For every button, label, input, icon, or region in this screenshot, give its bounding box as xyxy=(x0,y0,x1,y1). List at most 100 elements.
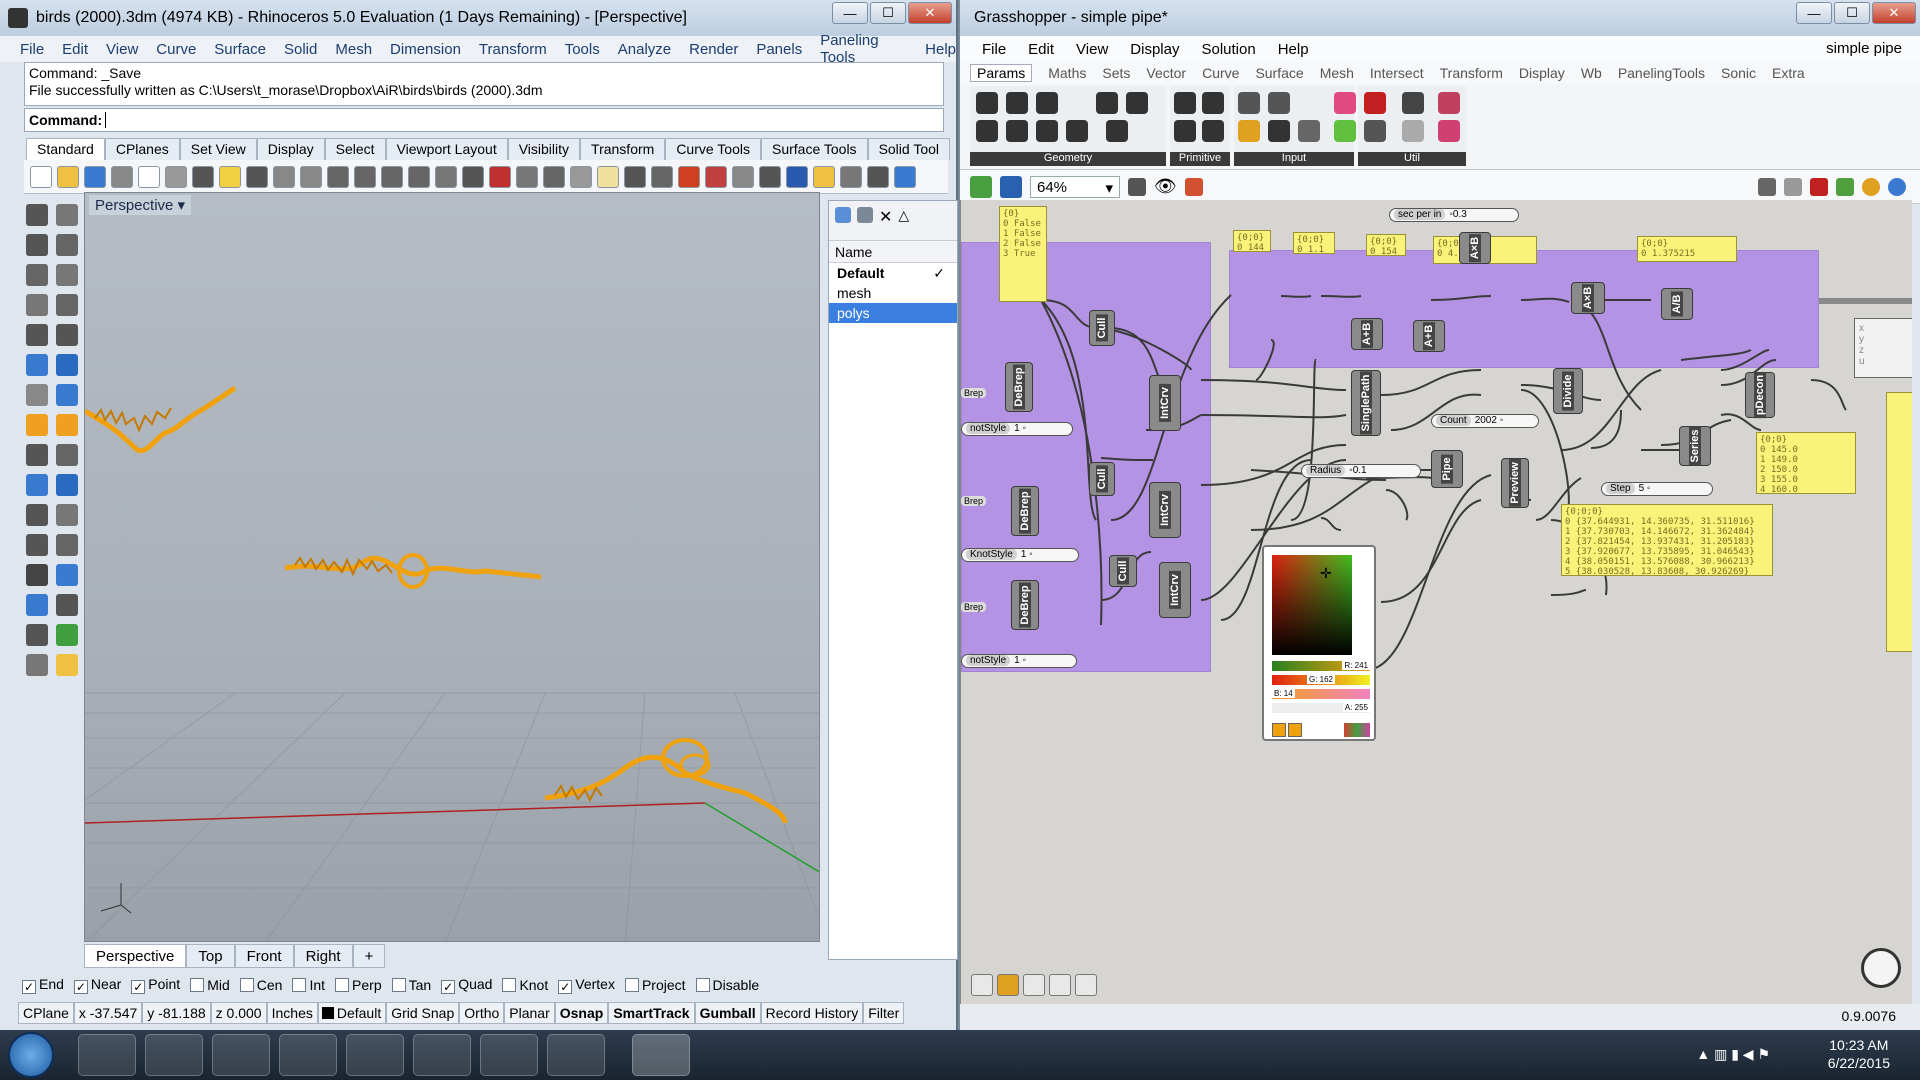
status-ortho[interactable]: Ortho xyxy=(459,1002,505,1024)
color-field[interactable] xyxy=(1272,555,1352,655)
osnap-checkbox[interactable]: ✓ xyxy=(441,980,456,994)
gh-tab-panelingtools[interactable]: PanelingTools xyxy=(1618,65,1705,81)
point-icon[interactable] xyxy=(1049,974,1071,996)
toolbar-icon[interactable] xyxy=(246,165,268,188)
status-osnap[interactable]: Osnap xyxy=(554,1002,609,1024)
cull-component[interactable]: Cull xyxy=(1109,555,1137,587)
material-icon[interactable] xyxy=(1862,177,1880,196)
toolbar-icon[interactable] xyxy=(435,165,457,188)
boolean-panel[interactable]: {0} 0 False 1 False 2 False 3 True xyxy=(999,206,1047,302)
toolbar-icon[interactable] xyxy=(543,165,565,188)
osnap-checkbox[interactable] xyxy=(695,978,710,992)
osnap-vertex[interactable]: ✓ Vertex xyxy=(558,976,615,994)
gh-tab-mesh[interactable]: Mesh xyxy=(1320,65,1354,81)
skype-taskbar-button[interactable] xyxy=(547,1034,605,1076)
gh-canvas[interactable]: {0} 0 False 1 False 2 False 3 True {0;0} 0 1… xyxy=(960,200,1912,1004)
color-picker[interactable]: ✛ R: 241 G: 162 B: 14 A: 255 xyxy=(1262,545,1376,741)
gh-tab-vector[interactable]: Vector xyxy=(1146,65,1186,81)
status-planar[interactable]: Planar xyxy=(504,1002,555,1024)
app-taskbar-button[interactable] xyxy=(212,1034,270,1076)
tool-icon[interactable] xyxy=(26,384,48,406)
tool-icon[interactable] xyxy=(56,324,78,346)
toolbar-icon[interactable] xyxy=(165,165,187,188)
toolbar-icon[interactable] xyxy=(273,165,295,188)
gh-tab-extra[interactable]: Extra xyxy=(1772,65,1805,81)
osnap-cen[interactable]: Cen xyxy=(239,977,282,993)
cull-component[interactable]: Cull xyxy=(1089,310,1115,346)
open-file-icon[interactable] xyxy=(970,175,992,198)
minimize-button[interactable]: — xyxy=(832,2,868,24)
close-button[interactable]: ✕ xyxy=(908,2,952,24)
menu-item-dimension[interactable]: Dimension xyxy=(390,41,461,58)
division-component[interactable]: A/B xyxy=(1661,288,1693,320)
tool-icon[interactable] xyxy=(56,354,78,376)
osnap-mid[interactable]: Mid xyxy=(190,977,230,993)
layer-row[interactable]: mesh xyxy=(829,283,957,303)
toolbar-icon[interactable] xyxy=(597,165,619,188)
multiply-component[interactable]: A×B xyxy=(1571,282,1605,314)
gh-tab-sets[interactable]: Sets xyxy=(1102,65,1130,81)
tool-icon[interactable] xyxy=(26,594,48,616)
tab-set-view[interactable]: Set View xyxy=(179,138,257,160)
tool-icon[interactable] xyxy=(26,504,48,526)
brep-param[interactable]: Brep xyxy=(961,388,987,398)
addition-component[interactable]: A+B xyxy=(1351,318,1383,350)
menu-item-mesh[interactable]: Mesh xyxy=(335,41,372,58)
gh-menu-edit[interactable]: Edit xyxy=(1028,41,1054,58)
pipe-component[interactable]: Pipe xyxy=(1431,450,1463,488)
value-panel[interactable]: {0;0} 0 1.1 xyxy=(1293,232,1335,254)
series-panel[interactable]: {0;0} 0 145.0 1 149.0 2 150.0 3 155.0 4 160.0 xyxy=(1756,432,1856,494)
tool-icon[interactable] xyxy=(26,654,48,676)
osnap-checkbox[interactable]: ✓ xyxy=(558,980,573,994)
tab-visibility[interactable]: Visibility xyxy=(507,138,581,160)
value-panel[interactable]: {0;0} 0 1.375215 xyxy=(1637,236,1737,262)
graph-icon[interactable] xyxy=(997,974,1019,996)
outlook-taskbar-button[interactable] xyxy=(346,1034,404,1076)
osnap-tan[interactable]: Tan xyxy=(391,977,431,993)
view-tab-perspective[interactable]: Perspective xyxy=(84,944,187,968)
app-taskbar-button[interactable] xyxy=(145,1034,203,1076)
tool-icon[interactable] xyxy=(26,204,48,226)
toolbar-icon[interactable] xyxy=(84,165,106,188)
tab-standard[interactable]: Standard xyxy=(26,138,105,160)
tool-icon[interactable] xyxy=(56,654,78,676)
layer-row[interactable]: polys xyxy=(829,303,957,323)
menu-item-analyze[interactable]: Analyze xyxy=(618,41,671,58)
gh-tab-wb[interactable]: Wb xyxy=(1581,65,1602,81)
toolbar-icon[interactable] xyxy=(786,165,808,188)
toolbar-icon[interactable] xyxy=(624,165,646,188)
points-panel[interactable]: {0;0;0} 0 {37.644931, 14.360735, 31.51101… xyxy=(1561,504,1773,576)
tool-icon[interactable] xyxy=(56,534,78,556)
tool-icon[interactable] xyxy=(56,264,78,286)
gh-menu-display[interactable]: Display xyxy=(1130,41,1179,58)
gh-doc-name[interactable]: simple pipe xyxy=(1826,40,1902,57)
debrep-component[interactable]: DeBrep xyxy=(1011,580,1039,630)
osnap-checkbox[interactable] xyxy=(239,978,254,992)
tool-icon[interactable] xyxy=(26,474,48,496)
blue-channel[interactable]: B: 14 xyxy=(1272,689,1370,699)
maximize-button[interactable]: ☐ xyxy=(870,2,906,24)
gh-menu-solution[interactable]: Solution xyxy=(1201,41,1255,58)
tool-icon[interactable] xyxy=(56,594,78,616)
delete-layer-icon[interactable]: ✕ xyxy=(879,207,892,234)
multiply-component[interactable]: A×B xyxy=(1459,232,1491,264)
osnap-disable[interactable]: Disable xyxy=(695,977,759,993)
media-taskbar-button[interactable] xyxy=(279,1034,337,1076)
osnap-checkbox[interactable] xyxy=(502,978,517,992)
pdecon-component[interactable]: pDecon xyxy=(1745,371,1775,419)
gh-minimize-button[interactable]: — xyxy=(1796,2,1832,24)
toolbar-icon[interactable] xyxy=(381,165,403,188)
selected-only-icon[interactable] xyxy=(1836,177,1854,196)
tool-icon[interactable] xyxy=(56,564,78,586)
tool-icon[interactable] xyxy=(56,504,78,526)
preview-component[interactable]: Preview xyxy=(1501,458,1529,508)
singlepath-component[interactable]: SinglePath xyxy=(1351,370,1381,436)
list-icon[interactable] xyxy=(1023,974,1045,996)
zoom-extents-icon[interactable] xyxy=(1128,177,1146,196)
tab-solid-tool[interactable]: Solid Tool xyxy=(867,138,951,160)
toolbar-icon[interactable] xyxy=(192,165,214,188)
osnap-checkbox[interactable] xyxy=(335,978,350,992)
toolbar-icon[interactable] xyxy=(867,165,889,188)
toolbar-icon[interactable] xyxy=(462,165,484,188)
view-tab-top[interactable]: Top xyxy=(186,944,235,968)
